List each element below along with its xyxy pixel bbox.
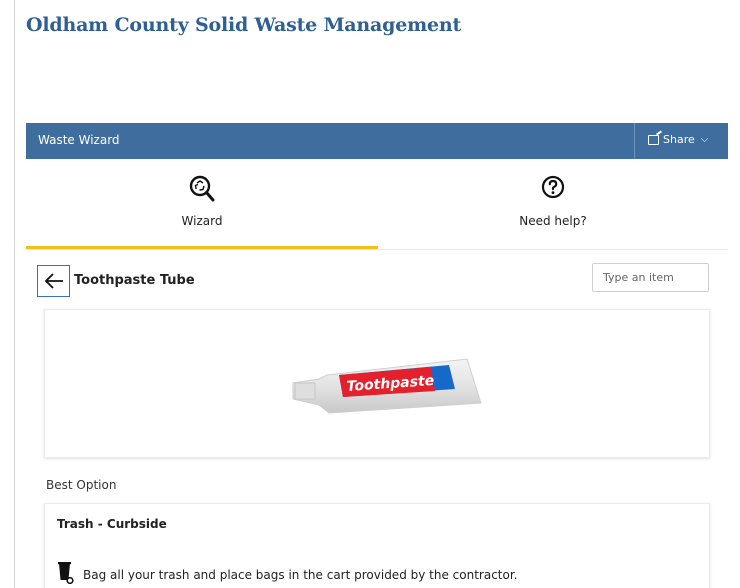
page-border <box>14 0 740 588</box>
trash-cart-icon <box>58 562 74 584</box>
toothpaste-tube-image: Toothpaste <box>292 358 482 414</box>
tab-separator <box>26 249 728 250</box>
best-option-card: Trash - Curbside Bag all your trash and … <box>44 503 710 588</box>
option-description: Bag all your trash and place bags in the… <box>83 568 518 582</box>
tab-wizard[interactable]: Wizard <box>26 160 378 250</box>
option-title: Trash - Curbside <box>57 517 167 531</box>
tab-need-help[interactable]: Need help? <box>378 160 728 250</box>
wizard-tabs: Wizard Need help? <box>26 160 728 250</box>
share-label: Share <box>663 133 695 146</box>
recycle-search-icon <box>189 175 215 202</box>
chevron-down-icon: ⌵ <box>700 134 709 145</box>
search-input[interactable] <box>592 263 709 292</box>
share-icon <box>648 134 659 145</box>
share-button[interactable]: Share ⌵ <box>648 133 708 146</box>
site-title[interactable]: Oldham County Solid Waste Management <box>26 14 461 36</box>
question-circle-icon <box>541 175 565 199</box>
tab-wizard-label: Wizard <box>181 214 223 228</box>
page: Oldham County Solid Waste Management Was… <box>0 0 740 588</box>
best-option-label: Best Option <box>46 478 117 492</box>
tab-need-help-label: Need help? <box>519 214 587 228</box>
arrow-left-icon <box>44 273 63 289</box>
item-title: Toothpaste Tube <box>74 273 195 288</box>
back-button[interactable] <box>37 265 70 297</box>
share-divider <box>634 123 635 159</box>
waste-wizard-banner: Waste Wizard Share ⌵ <box>26 123 728 159</box>
banner-title: Waste Wizard <box>38 133 120 147</box>
item-image-card: Toothpaste <box>44 309 710 458</box>
